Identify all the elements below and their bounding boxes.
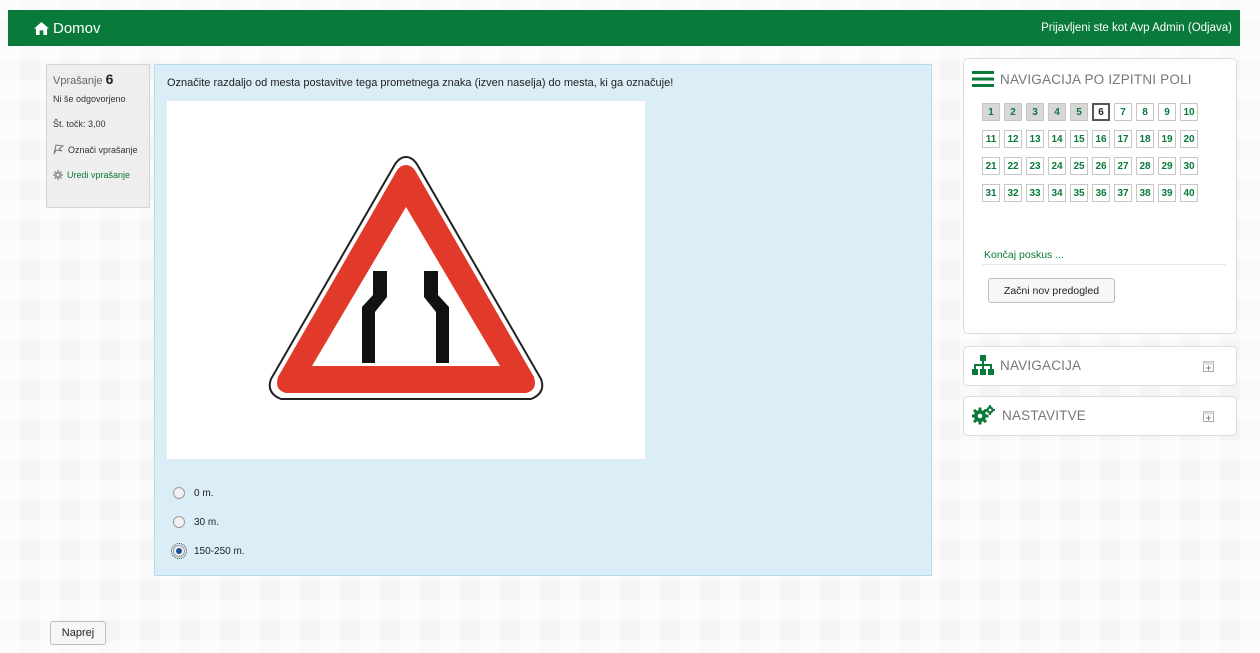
question-nav-button[interactable]: 19 (1158, 130, 1176, 148)
login-info: Prijavljeni ste kot Avp Admin (Odjava) (1041, 22, 1232, 34)
question-nav-button[interactable]: 40 (1180, 184, 1198, 202)
question-label: Vprašanje (53, 75, 103, 87)
quiz-navigation-title: NAVIGACIJA PO IZPITNI POLI (1000, 71, 1192, 87)
question-nav-button[interactable]: 39 (1158, 184, 1176, 202)
settings-title: NASTAVITVE (1002, 407, 1087, 423)
question-nav-button[interactable]: 15 (1070, 130, 1088, 148)
answer-option-2[interactable]: 30 m. (173, 514, 245, 530)
expand-icon[interactable] (1203, 361, 1214, 372)
question-nav-button[interactable]: 12 (1004, 130, 1022, 148)
question-nav-button[interactable]: 7 (1114, 103, 1132, 121)
navigation-block[interactable]: NAVIGACIJA (963, 346, 1237, 386)
question-nav-button[interactable]: 37 (1114, 184, 1132, 202)
home-label: Domov (53, 19, 101, 37)
question-status: Ni še odgovorjeno (53, 94, 126, 104)
quiz-navigation-header: NAVIGACIJA PO IZPITNI POLI (964, 61, 1236, 97)
answer-radio-3[interactable] (171, 543, 187, 559)
question-nav-button[interactable]: 18 (1136, 130, 1154, 148)
flag-question-link[interactable]: Označi vprašanje (53, 144, 143, 155)
question-number: 6 (105, 71, 114, 87)
question-nav-button[interactable]: 10 (1180, 103, 1198, 121)
question-nav-button[interactable]: 27 (1114, 157, 1132, 175)
answers-list: 0 m. 30 m. 150-250 m. (171, 485, 245, 572)
question-info-panel: Vprašanje 6 Ni še odgovorjeno Št. točk: … (46, 64, 150, 208)
question-nav-button[interactable]: 25 (1070, 157, 1088, 175)
answer-option-1[interactable]: 0 m. (173, 485, 245, 501)
expand-icon[interactable] (1203, 411, 1214, 422)
question-nav-button[interactable]: 30 (1180, 157, 1198, 175)
home-icon (34, 21, 49, 35)
answer-radio-1[interactable] (173, 487, 185, 499)
navigation-title: NAVIGACIJA (1000, 357, 1082, 373)
menu-icon (972, 71, 994, 87)
road-narrows-sign-icon (268, 155, 544, 400)
question-nav-button[interactable]: 9 (1158, 103, 1176, 121)
question-nav-button[interactable]: 35 (1070, 184, 1088, 202)
question-nav-button[interactable]: 8 (1136, 103, 1154, 121)
question-nav-button[interactable]: 14 (1048, 130, 1066, 148)
question-nav-button[interactable]: 33 (1026, 184, 1044, 202)
question-nav-button[interactable]: 22 (1004, 157, 1022, 175)
question-nav-button[interactable]: 20 (1180, 130, 1198, 148)
question-nav-button[interactable]: 13 (1026, 130, 1044, 148)
answer-label-2: 30 m. (194, 516, 220, 528)
login-text: Prijavljeni ste kot Avp Admin (1041, 22, 1185, 34)
question-nav-button[interactable]: 2 (1004, 103, 1022, 121)
quiz-navigation-block: NAVIGACIJA PO IZPITNI POLI 1 2 3 4 5 6 7 8 9 10 11… (963, 58, 1237, 334)
question-nav-button[interactable]: 6 (1092, 103, 1110, 121)
question-nav-button[interactable]: 32 (1004, 184, 1022, 202)
answer-option-3[interactable]: 150-250 m. (171, 543, 245, 559)
question-nav-button[interactable]: 11 (982, 130, 1000, 148)
answer-radio-2[interactable] (173, 516, 185, 528)
question-nav-button[interactable]: 21 (982, 157, 1000, 175)
question-nav-button[interactable]: 36 (1092, 184, 1110, 202)
settings-header[interactable]: NASTAVITVE (964, 397, 1236, 433)
gear-icon (53, 170, 63, 180)
logout-link[interactable]: (Odjava) (1188, 22, 1232, 34)
gears-icon (972, 405, 995, 425)
question-nav-button[interactable]: 5 (1070, 103, 1088, 121)
answer-label-1: 0 m. (194, 487, 214, 499)
question-nav-button[interactable]: 16 (1092, 130, 1110, 148)
question-nav-button[interactable]: 17 (1114, 130, 1132, 148)
flag-question-label: Označi vprašanje (68, 144, 138, 155)
divider (982, 264, 1226, 265)
finish-attempt-link[interactable]: Končaj poskus ... (984, 249, 1064, 261)
edit-question-link[interactable]: Uredi vprašanje (53, 170, 143, 180)
question-buttons-grid: 1 2 3 4 5 6 7 8 9 10 11 12 13 14 15 16 17 18 19 20 21 22 23 24 2… (982, 103, 1206, 211)
question-nav-button[interactable]: 4 (1048, 103, 1066, 121)
flag-icon (53, 144, 64, 155)
question-nav-button[interactable]: 26 (1092, 157, 1110, 175)
question-nav-button[interactable]: 38 (1136, 184, 1154, 202)
question-nav-button[interactable]: 3 (1026, 103, 1044, 121)
question-text: Označite razdaljo od mesta postavitve te… (167, 77, 674, 89)
top-navbar: Domov Prijavljeni ste kot Avp Admin (Odj… (8, 10, 1240, 46)
settings-block[interactable]: NASTAVITVE (963, 396, 1237, 436)
start-new-preview-button[interactable]: Začni nov predogled (988, 278, 1115, 303)
navigation-header[interactable]: NAVIGACIJA (964, 347, 1236, 383)
question-nav-button[interactable]: 24 (1048, 157, 1066, 175)
question-content: Označite razdaljo od mesta postavitve te… (154, 64, 932, 576)
sitemap-icon (972, 355, 994, 375)
question-nav-button[interactable]: 31 (982, 184, 1000, 202)
question-nav-button[interactable]: 28 (1136, 157, 1154, 175)
question-points: Št. točk: 3,00 (53, 119, 106, 129)
question-nav-button[interactable]: 34 (1048, 184, 1066, 202)
question-image (167, 101, 645, 459)
question-nav-button[interactable]: 1 (982, 103, 1000, 121)
question-nav-button[interactable]: 23 (1026, 157, 1044, 175)
answer-label-3: 150-250 m. (194, 545, 245, 557)
edit-question-label: Uredi vprašanje (67, 170, 131, 180)
question-number-line: Vprašanje 6 (53, 71, 143, 87)
question-nav-button[interactable]: 29 (1158, 157, 1176, 175)
next-button[interactable]: Naprej (50, 621, 106, 645)
home-link[interactable]: Domov (34, 20, 101, 37)
